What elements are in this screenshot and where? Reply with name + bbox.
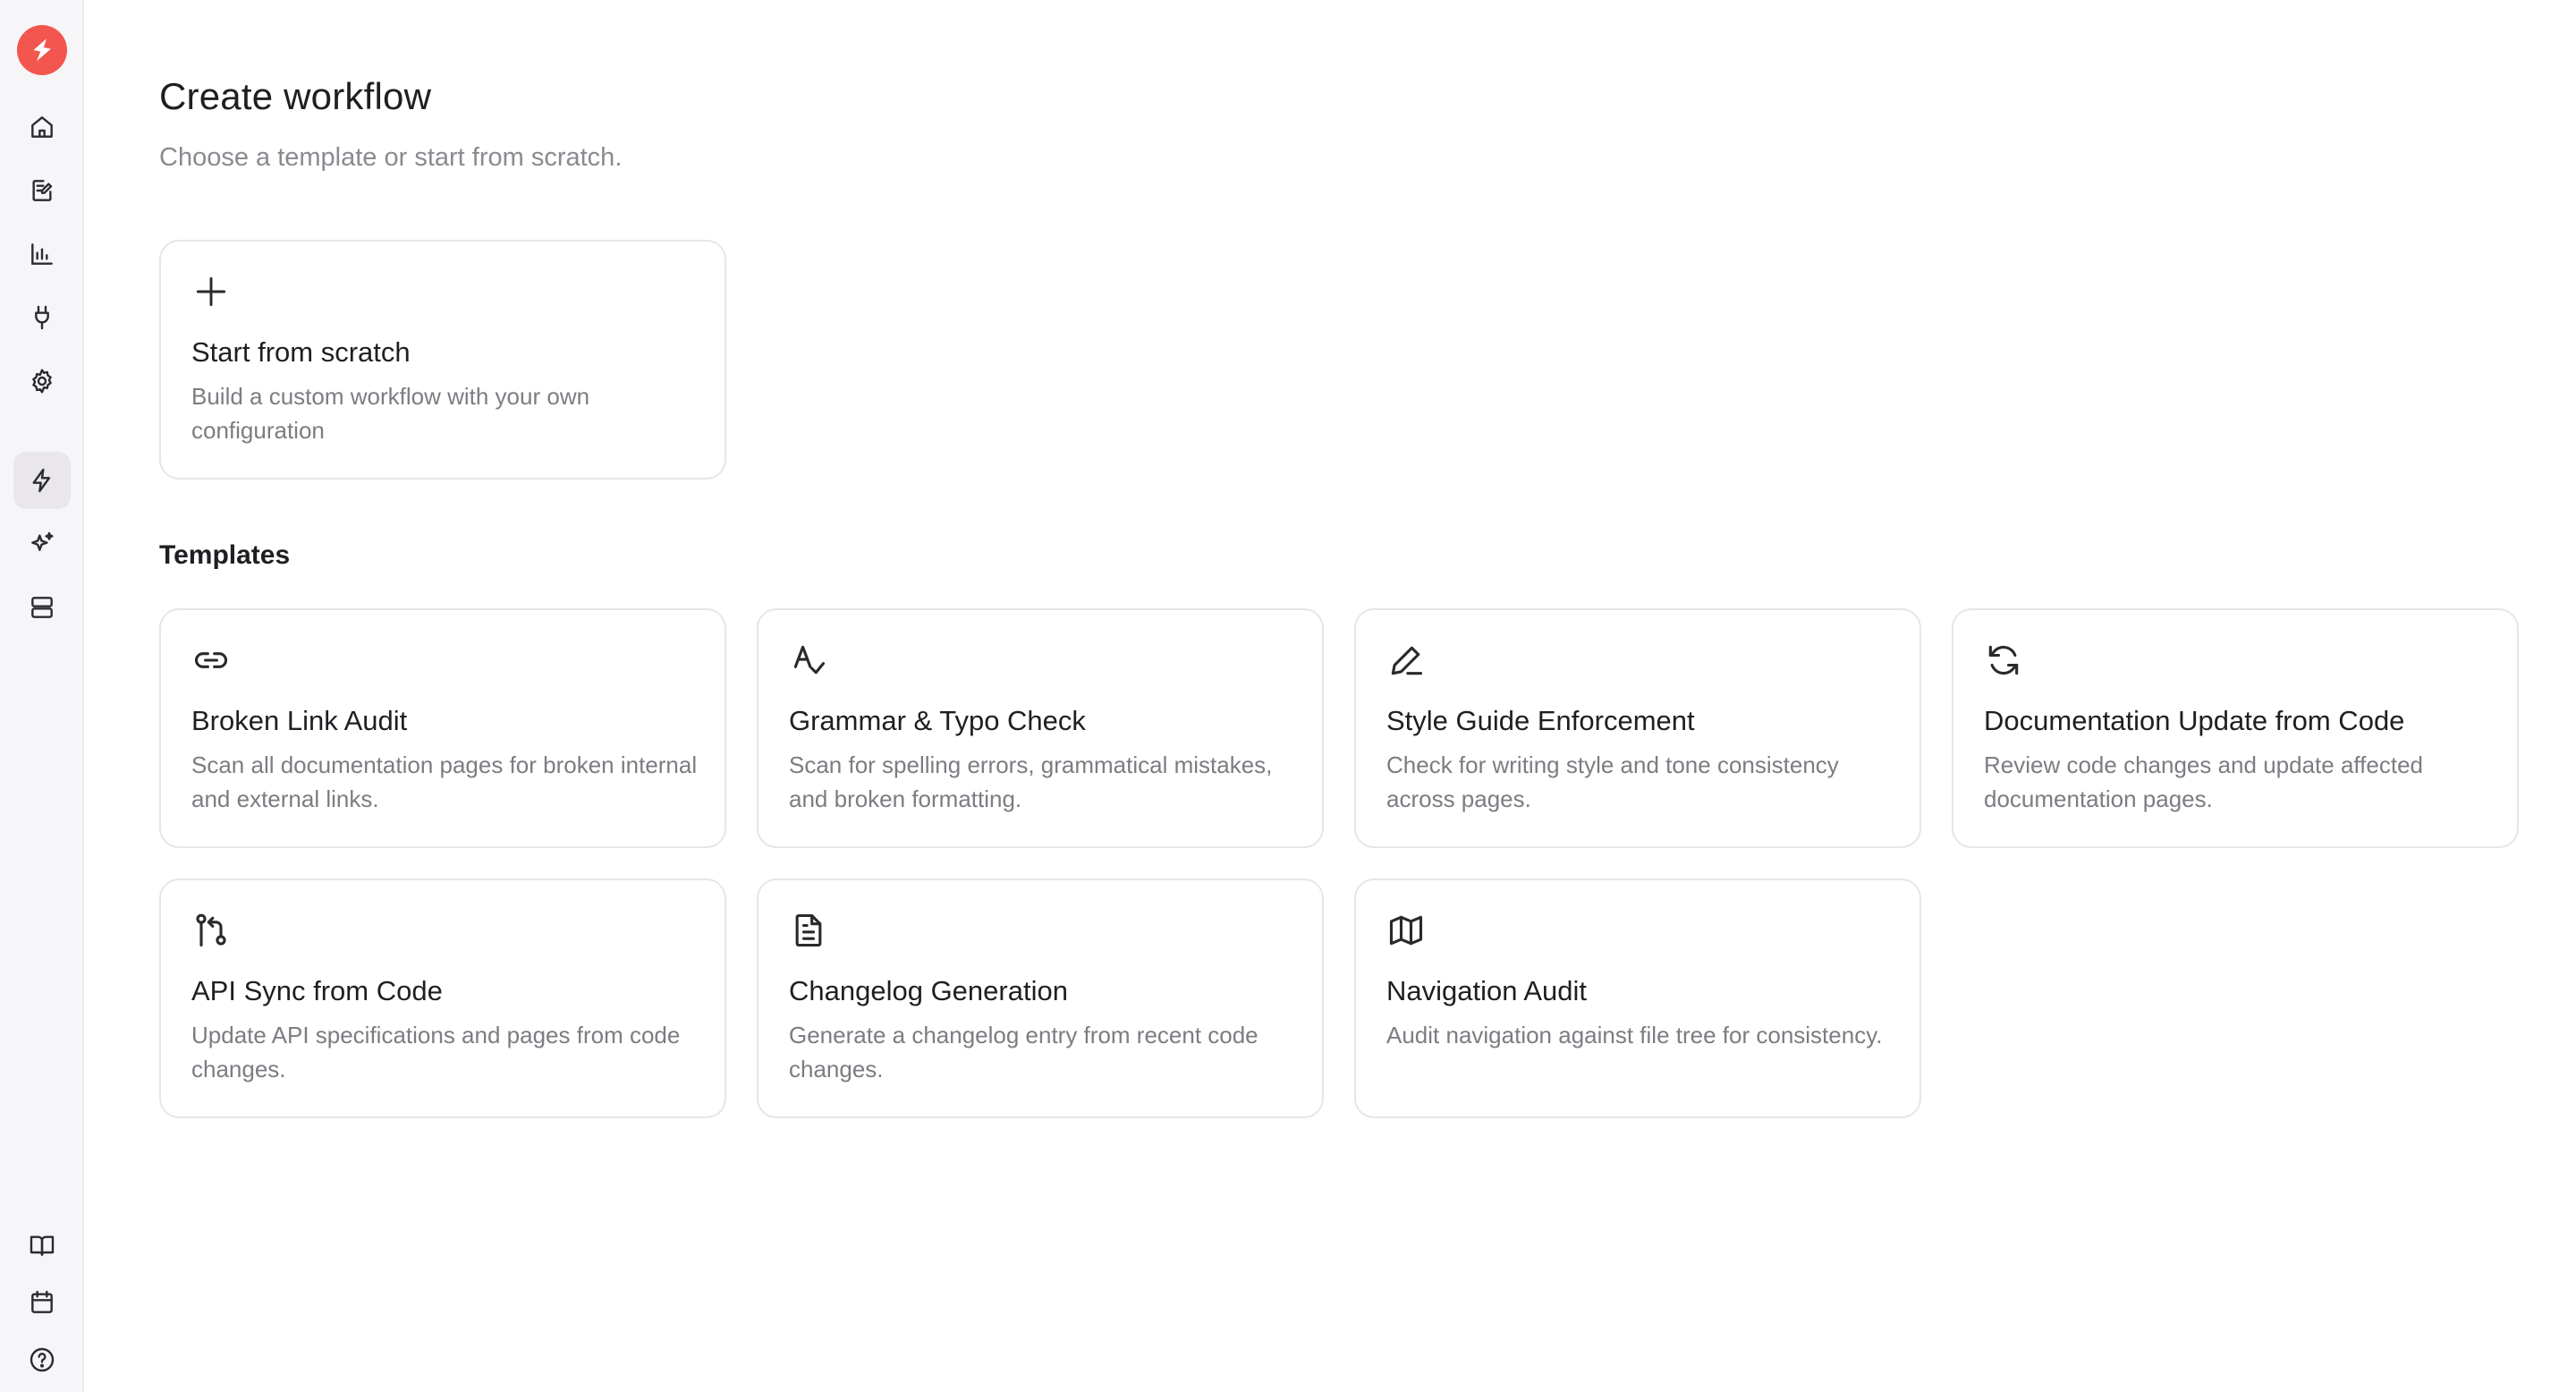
book-icon: [30, 1235, 55, 1256]
card-title: Changelog Generation: [789, 975, 1068, 1006]
file-text-icon: [789, 911, 828, 950]
templates-heading: Templates: [159, 540, 291, 570]
card-description: Generate a changelog entry from recent c…: [789, 1022, 1258, 1082]
card-title: Navigation Audit: [1386, 975, 1588, 1006]
bolt-icon: [33, 38, 51, 62]
nav-workflows[interactable]: [13, 452, 71, 509]
sidebar: [0, 0, 84, 1392]
card-description: Review code changes and update affected …: [1984, 751, 2423, 812]
nav-storage[interactable]: [13, 579, 71, 636]
help-circle-icon: [30, 1347, 55, 1372]
card-description: Audit navigation against file tree for c…: [1386, 1022, 1883, 1048]
page-subtitle: Choose a template or start from scratch.: [159, 143, 623, 172]
card-title: Style Guide Enforcement: [1386, 705, 1695, 736]
card-description: Update API specifications and pages from…: [191, 1022, 681, 1082]
sparkles-icon: [31, 531, 54, 551]
card-title: Grammar & Typo Check: [789, 705, 1086, 736]
refresh-icon: [1984, 641, 2023, 680]
plus-icon: [191, 272, 231, 311]
bolt-icon: [32, 468, 51, 493]
edit-document-icon: [32, 180, 53, 201]
card-description: Check for writing style and tone consist…: [1386, 751, 1839, 812]
gear-icon: [32, 369, 52, 394]
card-description: Scan for spelling errors, grammatical mi…: [789, 751, 1273, 812]
template-card-navigation-audit[interactable]: Navigation Audit Audit navigation agains…: [1354, 878, 1921, 1118]
link-icon: [191, 641, 231, 680]
nav-settings[interactable]: [13, 352, 71, 410]
start-from-scratch-card[interactable]: Start from scratch Build a custom workfl…: [159, 240, 726, 480]
template-card-changelog-generation[interactable]: Changelog Generation Generate a changelo…: [757, 878, 1324, 1118]
app-window: Create workflow Choose a template or sta…: [0, 0, 2576, 1392]
page-title: Create workflow: [159, 75, 432, 117]
main-content: Create workflow Choose a template or sta…: [84, 0, 2576, 1392]
logo[interactable]: [17, 25, 67, 75]
card-title: Start from scratch: [191, 336, 411, 368]
template-card-api-sync[interactable]: API Sync from Code Update API specificat…: [159, 878, 726, 1118]
card-description: Build a custom workflow with your own co…: [191, 383, 590, 444]
nav-help[interactable]: [13, 1331, 71, 1388]
card-title: API Sync from Code: [191, 975, 443, 1006]
template-card-grammar-typo-check[interactable]: Grammar & Typo Check Scan for spelling e…: [757, 608, 1324, 848]
nav-analytics[interactable]: [13, 225, 71, 283]
card-title: Documentation Update from Code: [1984, 705, 2405, 736]
bar-chart-icon: [31, 243, 53, 265]
home-icon: [31, 116, 53, 138]
template-card-broken-link-audit[interactable]: Broken Link Audit Scan all documentation…: [159, 608, 726, 848]
template-card-style-guide-enforcement[interactable]: Style Guide Enforcement Check for writin…: [1354, 608, 1921, 848]
template-card-documentation-update[interactable]: Documentation Update from Code Review co…: [1952, 608, 2519, 848]
card-description: Scan all documentation pages for broken …: [191, 751, 698, 812]
nav-integrations[interactable]: [13, 289, 71, 346]
map-icon: [1386, 911, 1426, 950]
nav-editor[interactable]: [13, 162, 71, 219]
card-title: Broken Link Audit: [191, 705, 408, 736]
pen-icon: [1386, 641, 1426, 680]
plug-icon: [35, 305, 49, 330]
server-icon: [31, 597, 53, 618]
git-pull-request-icon: [191, 911, 231, 950]
nav-calendar[interactable]: [13, 1274, 71, 1331]
nav-docs[interactable]: [13, 1217, 71, 1274]
spell-check-icon: [789, 641, 828, 680]
calendar-icon: [31, 1290, 53, 1313]
nav-ai[interactable]: [13, 515, 71, 573]
nav-home[interactable]: [13, 98, 71, 156]
